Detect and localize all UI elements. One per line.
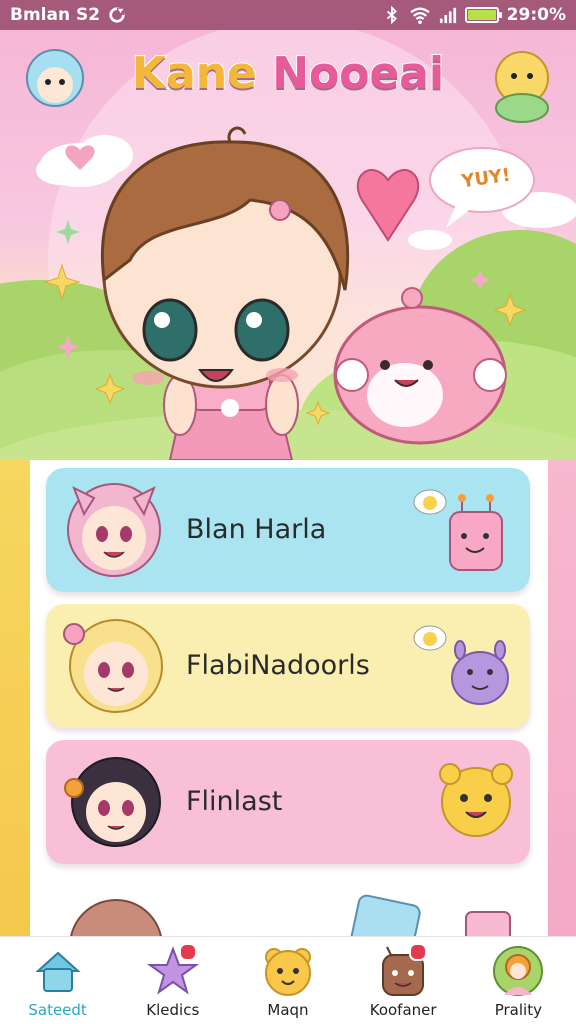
card-3-avatar [64, 757, 161, 847]
status-left: Bmlan S2 [10, 5, 126, 25]
nav-item-home[interactable]: Sateedt [3, 943, 113, 1019]
nav-item-bear[interactable]: Maqn [233, 943, 343, 1019]
card-2-egg-sticker [413, 625, 447, 651]
status-carrier-text: Bmlan S2 [10, 5, 101, 25]
battery-level [467, 10, 496, 20]
card-1-egg-sticker [413, 489, 447, 515]
app-title-part-2: Nooeai [271, 47, 445, 100]
status-right: 29:0% [383, 5, 566, 25]
monster-icon-wrap [375, 943, 431, 999]
wifi-icon [409, 7, 430, 24]
right-decorative-strip [548, 460, 576, 936]
character-card-4-partial[interactable] [46, 876, 530, 936]
card-3-label: Flinlast [186, 786, 283, 817]
sync-icon [109, 7, 125, 23]
nav-item-monster[interactable]: Koofaner [348, 943, 458, 1019]
card-3-yellow-bear-sticker [439, 763, 513, 837]
card-2-purple-monster-sticker [451, 640, 509, 705]
character-card-1[interactable]: Blan Harla [46, 468, 530, 592]
nav-label-home: Sateedt [28, 1001, 87, 1019]
app-title-part-1: Kane [131, 47, 258, 100]
app-title: Kane Nooeai [0, 47, 576, 100]
card-2-avatar [63, 619, 163, 713]
nav-item-star[interactable]: Kledics [118, 943, 228, 1019]
card-4-illustration [70, 894, 511, 936]
nav-label-bear: Maqn [267, 1001, 309, 1019]
status-battery-text: 29:0% [506, 5, 566, 25]
star-icon-wrap [145, 943, 201, 999]
character-list[interactable]: Blan Harla FlabiNadoorls Flinlast [30, 460, 548, 936]
nav-item-profile[interactable]: Prality [463, 943, 573, 1019]
bottom-navigation: Sateedt Kledics Maqn Koofaner Prality [0, 936, 576, 1024]
status-bar: Bmlan S2 29:0% [0, 0, 576, 30]
card-3-illustration [64, 757, 513, 847]
card-1-robot-sticker [449, 494, 503, 571]
battery-icon [464, 7, 502, 23]
hero-banner: Kane Nooeai YUY! [0, 30, 576, 460]
character-card-2[interactable]: FlabiNadoorls [46, 604, 530, 728]
notification-badge [409, 943, 428, 961]
notification-badge [178, 943, 197, 961]
bluetooth-icon [386, 6, 397, 24]
nav-label-monster: Koofaner [369, 1001, 437, 1019]
card-1-label: Blan Harla [186, 514, 327, 545]
nav-label-star: Kledics [146, 1001, 200, 1019]
character-card-3[interactable]: Flinlast [46, 740, 530, 864]
nav-label-profile: Prality [494, 1001, 542, 1019]
profile-icon [493, 946, 544, 996]
card-2-label: FlabiNadoorls [186, 650, 370, 681]
card-1-avatar [67, 483, 161, 577]
home-icon [34, 951, 81, 992]
bear-icon [264, 948, 311, 996]
left-decorative-strip [0, 460, 30, 936]
signal-icon [439, 7, 456, 24]
